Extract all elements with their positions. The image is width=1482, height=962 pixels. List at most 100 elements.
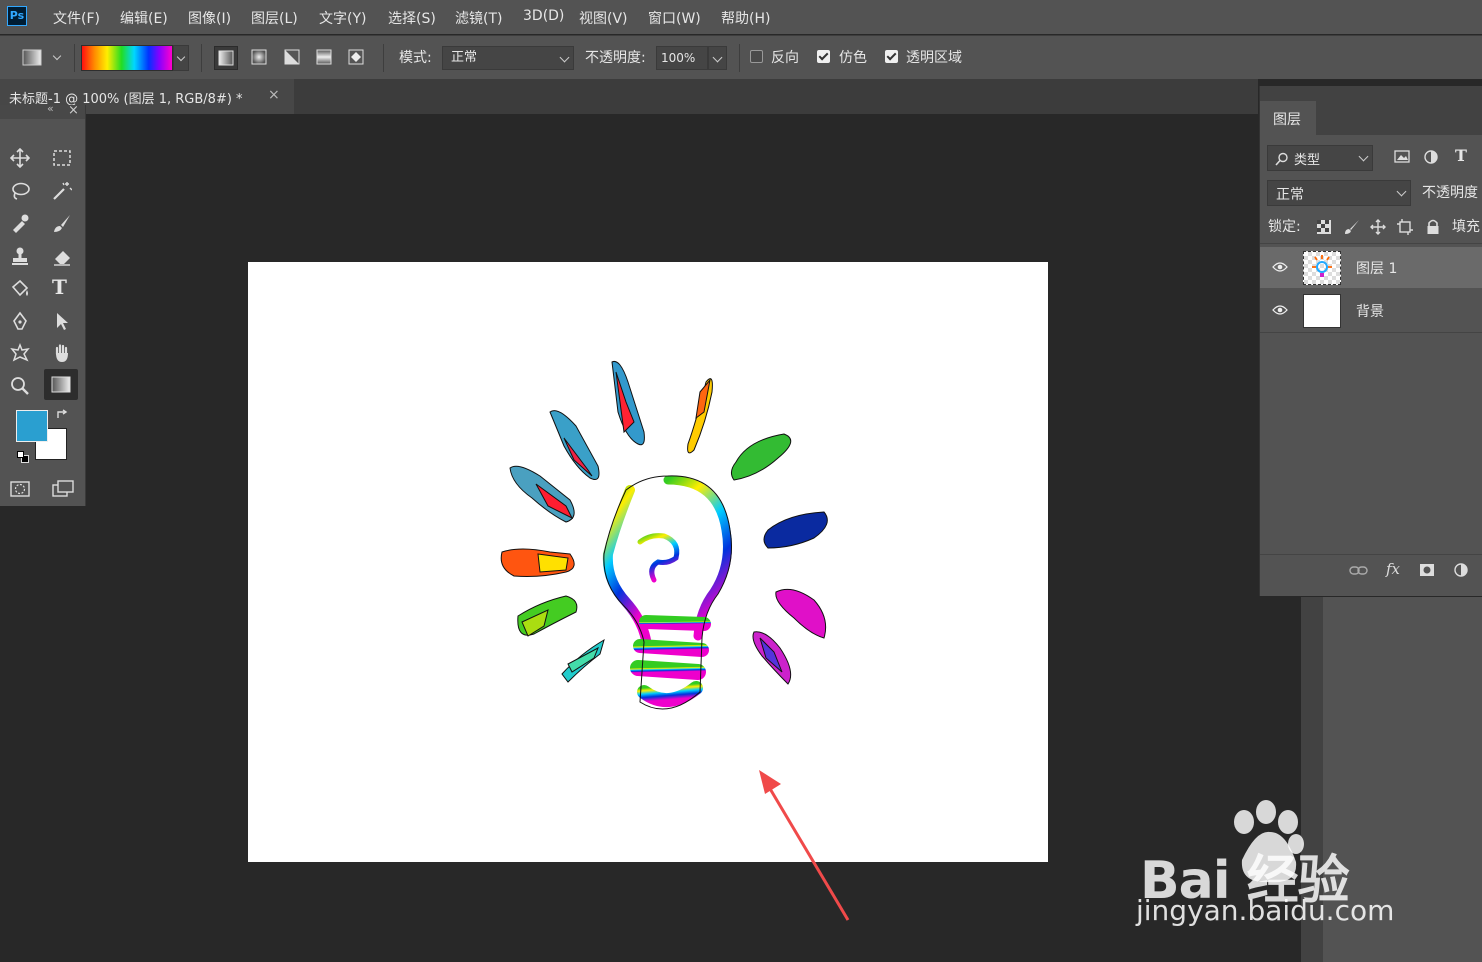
menu-view[interactable]: 视图(V) <box>579 8 628 28</box>
dither-label: 仿色 <box>839 50 867 66</box>
eye-icon[interactable] <box>1272 261 1288 273</box>
opacity-value: 100% <box>661 51 696 65</box>
eyedropper-tool[interactable] <box>4 208 34 236</box>
photoshop-logo[interactable]: Ps <box>7 6 27 26</box>
reverse-checkbox[interactable] <box>750 50 763 63</box>
menu-type[interactable]: 文字(Y) <box>319 8 366 28</box>
close-icon[interactable]: × <box>268 87 280 103</box>
layers-panel: 图层 类型 T 正常 不透明度 锁定: 填充 图层 1 背景 fx <box>1259 86 1482 596</box>
foreground-color-swatch[interactable] <box>16 410 48 442</box>
layers-panel-tabbar: 图层 <box>1260 86 1482 135</box>
quick-mask-tool[interactable] <box>4 474 34 502</box>
tab-layers[interactable]: 图层 <box>1260 101 1316 135</box>
radial-gradient-button[interactable] <box>248 46 272 70</box>
lightbulb-thumbnail-icon <box>1312 255 1332 277</box>
lock-image-pixels-icon[interactable] <box>1344 219 1360 235</box>
linear-gradient-button[interactable] <box>214 46 238 70</box>
type-filter-icon[interactable]: T <box>1455 146 1467 165</box>
lasso-tool[interactable] <box>4 176 34 204</box>
chevron-down-icon <box>1396 186 1407 197</box>
add-mask-icon[interactable] <box>1419 563 1435 577</box>
mode-value: 正常 <box>451 50 478 65</box>
pen-icon <box>13 311 27 330</box>
custom-shape-icon <box>10 343 30 362</box>
eye-icon[interactable] <box>1272 304 1288 316</box>
radial-gradient-icon <box>251 49 267 65</box>
transparency-checkbox[interactable] <box>885 50 898 63</box>
menu-window[interactable]: 窗口(W) <box>648 8 701 28</box>
toolbox-close-icon[interactable]: × <box>68 103 79 118</box>
mode-select[interactable]: 正常 <box>442 46 574 70</box>
menu-image[interactable]: 图像(I) <box>188 8 231 28</box>
dither-checkbox[interactable] <box>817 50 830 63</box>
blend-mode-select[interactable]: 正常 <box>1267 180 1411 206</box>
menu-3d[interactable]: 3D(D) <box>523 8 564 24</box>
layer-thumbnail <box>1303 251 1341 285</box>
hand-tool[interactable] <box>46 338 76 366</box>
opacity-dropdown[interactable] <box>708 46 727 70</box>
zoom-tool[interactable] <box>4 371 34 399</box>
menu-help[interactable]: 帮助(H) <box>721 8 770 28</box>
pen-tool[interactable] <box>4 306 34 334</box>
adjustment-layer-icon[interactable] <box>1453 562 1469 578</box>
link-layers-icon[interactable] <box>1349 565 1369 577</box>
paint-bucket-tool[interactable] <box>4 274 34 302</box>
lock-all-icon[interactable] <box>1426 219 1440 235</box>
magic-wand-icon <box>53 182 72 200</box>
layer-opacity-label: 不透明度 <box>1422 185 1478 201</box>
reflected-gradient-button[interactable] <box>313 46 337 70</box>
adjustment-filter-icon[interactable] <box>1423 149 1439 165</box>
menu-bar: Ps 文件(F) 编辑(E) 图像(I) 图层(L) 文字(Y) 选择(S) 滤… <box>0 0 1482 34</box>
menu-file[interactable]: 文件(F) <box>53 8 100 28</box>
move-tool[interactable] <box>4 143 34 171</box>
marquee-tool[interactable] <box>46 143 76 171</box>
menu-edit[interactable]: 编辑(E) <box>120 8 168 28</box>
type-tool[interactable]: T <box>46 274 76 302</box>
opacity-input[interactable]: 100% <box>656 46 708 70</box>
angle-gradient-button[interactable] <box>281 46 305 70</box>
fill-label: 填充 <box>1452 219 1480 235</box>
divider <box>1260 243 1482 244</box>
layer-row-layer-1[interactable]: 图层 1 <box>1260 247 1482 288</box>
stamp-tool[interactable] <box>4 241 34 269</box>
default-colors-icon[interactable] <box>17 451 29 463</box>
layer-row-background[interactable]: 背景 <box>1260 290 1482 331</box>
brush-tool[interactable] <box>46 208 76 236</box>
path-selection-tool[interactable] <box>46 306 76 334</box>
divider <box>74 44 75 72</box>
magic-wand-tool[interactable] <box>46 176 76 204</box>
lock-transparent-pixels-icon[interactable] <box>1317 220 1331 234</box>
rect-marquee-icon <box>53 150 71 166</box>
lock-artboard-icon[interactable] <box>1397 219 1413 235</box>
reverse-label: 反向 <box>771 50 799 66</box>
swap-colors-icon[interactable] <box>55 408 69 422</box>
reflected-gradient-icon <box>316 49 332 65</box>
document-canvas[interactable] <box>248 262 1048 862</box>
pixel-filter-icon[interactable] <box>1394 150 1410 164</box>
fx-icon[interactable]: fx <box>1386 560 1400 578</box>
gradient-icon <box>51 376 71 393</box>
eraser-tool[interactable] <box>46 241 76 269</box>
gradient-picker[interactable] <box>81 45 173 71</box>
gradient-picker-dropdown[interactable] <box>173 45 189 71</box>
collapse-icon[interactable]: « <box>47 102 54 115</box>
custom-shape-tool[interactable] <box>4 338 34 366</box>
diamond-gradient-button[interactable] <box>345 46 369 70</box>
transparency-label: 透明区域 <box>906 50 962 66</box>
menu-layer[interactable]: 图层(L) <box>251 8 298 28</box>
divider <box>1260 332 1482 333</box>
lock-position-icon[interactable] <box>1370 219 1386 235</box>
chevron-down-icon <box>712 52 723 63</box>
zoom-icon <box>11 377 29 395</box>
menu-select[interactable]: 选择(S) <box>388 8 436 28</box>
clone-stamp-icon <box>12 247 28 265</box>
tool-preset-picker[interactable] <box>20 45 66 71</box>
toolbox-header[interactable]: « × <box>0 102 85 119</box>
gradient-tool[interactable] <box>44 369 78 400</box>
lasso-icon <box>12 182 30 200</box>
tab-layers-label: 图层 <box>1273 112 1301 128</box>
screen-mode-tool[interactable] <box>46 474 76 502</box>
menu-filter[interactable]: 滤镜(T) <box>455 8 502 28</box>
red-annotation-arrow <box>759 770 850 921</box>
layer-filter-select[interactable]: 类型 <box>1267 145 1373 171</box>
